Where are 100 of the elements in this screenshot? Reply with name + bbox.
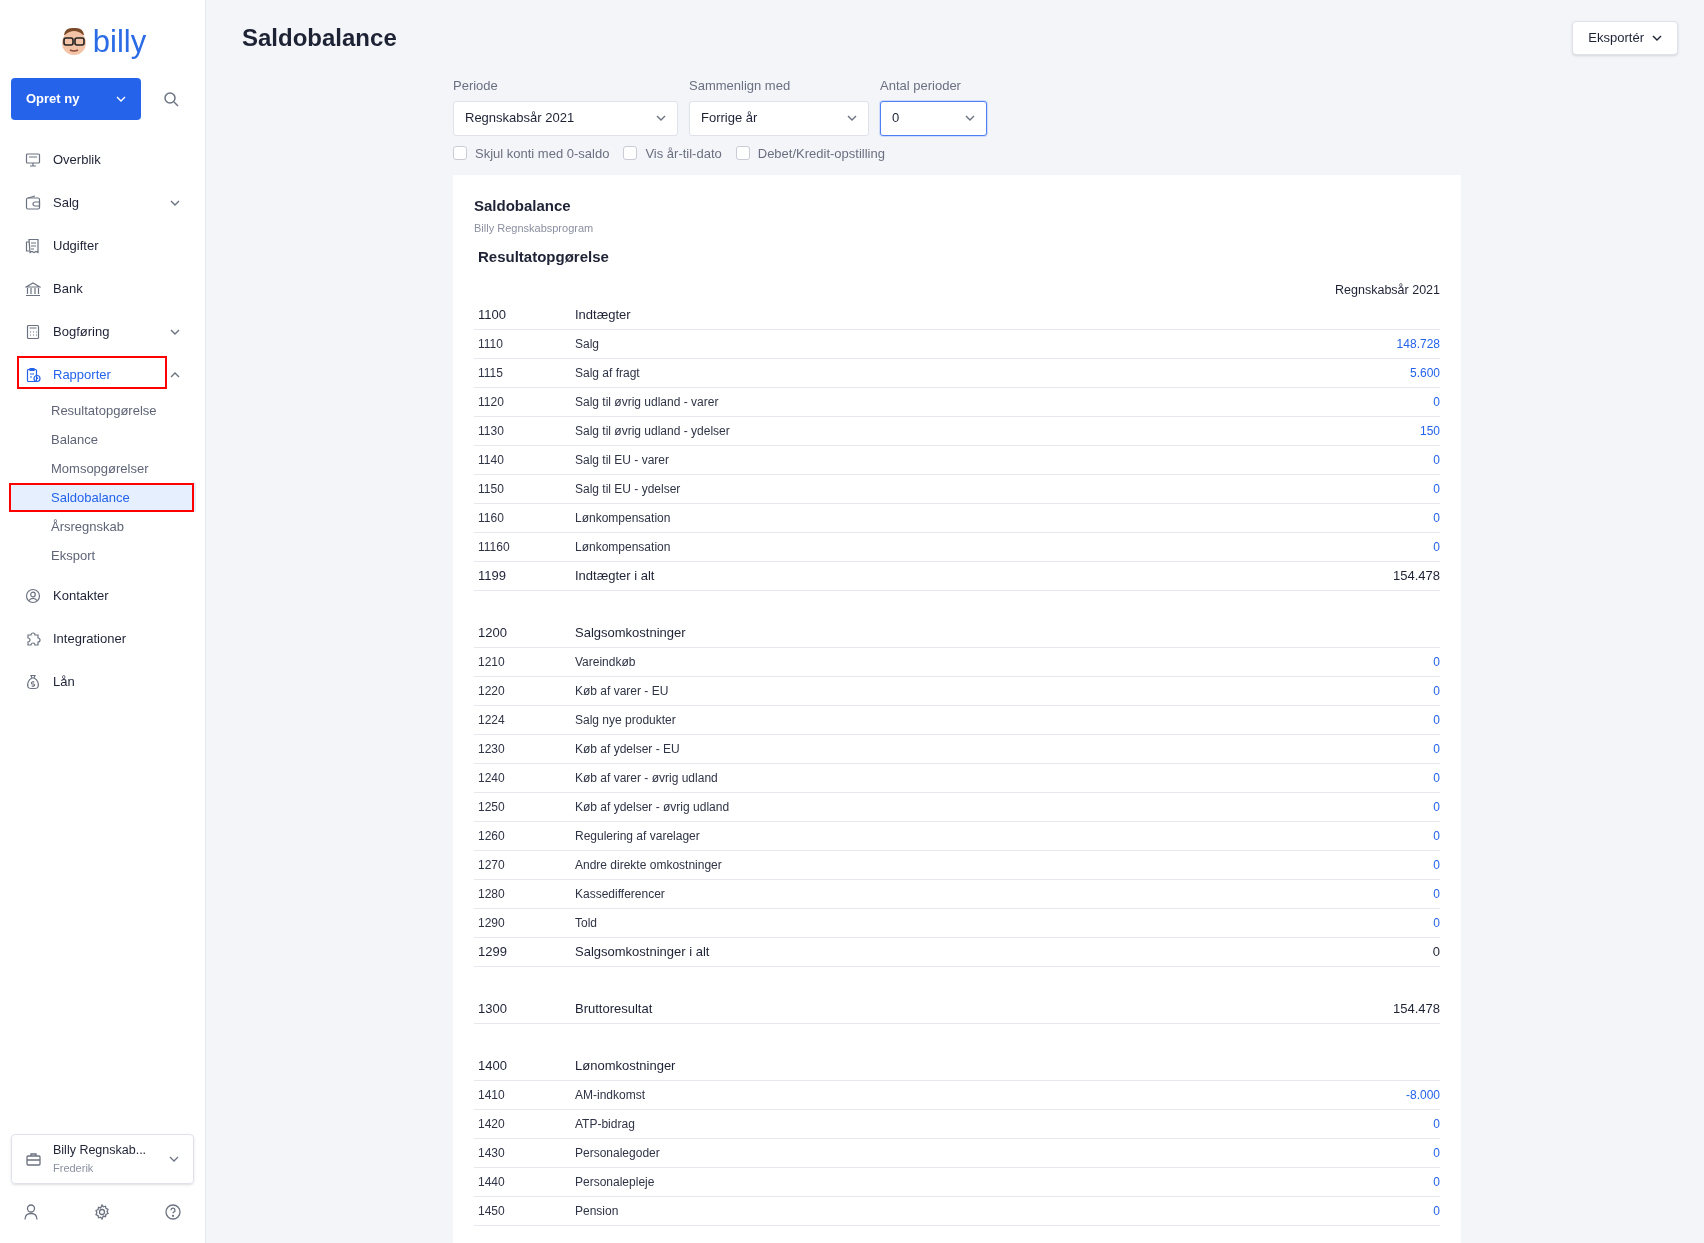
account-number: 1160 bbox=[478, 509, 505, 527]
balance-link[interactable]: 150 bbox=[1419, 421, 1440, 440]
account-number: 1410 bbox=[478, 1086, 506, 1104]
nav-item[interactable]: Integrationer bbox=[25, 628, 126, 649]
puzzle-icon bbox=[25, 630, 41, 647]
field-label: Periode bbox=[453, 77, 499, 95]
account-name: Regulering af varelager bbox=[575, 827, 701, 845]
briefcase-icon bbox=[26, 1152, 41, 1166]
select-field[interactable]: 0 bbox=[880, 100, 987, 136]
select-field[interactable]: Regnskabsår 2021 bbox=[453, 100, 678, 136]
subnav-item[interactable]: Resultatopgørelse bbox=[9, 396, 196, 425]
account-number: 1440 bbox=[478, 1173, 506, 1191]
account-name: Told bbox=[575, 914, 598, 932]
presentation-board-icon bbox=[25, 151, 41, 168]
balance-link[interactable]: 0 bbox=[1433, 1201, 1440, 1220]
bank-icon bbox=[25, 280, 41, 297]
balance-link[interactable]: 148.728 bbox=[1396, 334, 1440, 353]
account-number: 1220 bbox=[478, 682, 506, 700]
nav-item[interactable]: Kontakter bbox=[25, 585, 109, 606]
total-amount: 154.478 bbox=[1393, 999, 1440, 1018]
balance-link[interactable]: 0 bbox=[1433, 855, 1440, 874]
subnav-item[interactable]: Årsregnskab bbox=[9, 512, 196, 541]
account-name: Kassedifferencer bbox=[575, 885, 666, 903]
account-name: Bruttoresultat bbox=[575, 999, 654, 1018]
checkbox[interactable] bbox=[623, 146, 638, 161]
help-icon[interactable] bbox=[165, 1203, 181, 1220]
account-number: 11160 bbox=[478, 538, 511, 556]
account-number: 1200 bbox=[478, 623, 508, 642]
account-number: 1290 bbox=[478, 914, 506, 932]
nav-item[interactable]: Salg bbox=[25, 192, 80, 213]
clipboard-icon bbox=[25, 366, 41, 383]
subnav-item[interactable]: Eksport bbox=[9, 541, 196, 570]
account-name: Salgsomkostninger bbox=[575, 623, 687, 642]
account-number: 1450 bbox=[478, 1202, 506, 1220]
account-name: Salg til øvrig udland - ydelser bbox=[575, 422, 731, 440]
account-name: Salg af fragt bbox=[575, 364, 641, 382]
user-circle-icon bbox=[25, 587, 41, 604]
account-name: Salg til EU - ydelser bbox=[575, 480, 682, 498]
report-title: Saldobalance bbox=[474, 196, 572, 216]
nav-item[interactable]: Bank bbox=[25, 278, 83, 299]
nav-item[interactable]: Udgifter bbox=[25, 235, 99, 256]
balance-link[interactable]: 0 bbox=[1433, 652, 1440, 671]
column-header: Regnskabsår 2021 bbox=[1335, 281, 1440, 299]
user-icon[interactable] bbox=[24, 1203, 38, 1220]
balance-link[interactable]: 0 bbox=[1433, 479, 1440, 498]
balance-link[interactable]: 0 bbox=[1433, 768, 1440, 787]
settings-icon[interactable] bbox=[93, 1203, 110, 1220]
checkbox-label: Vis år-til-dato bbox=[645, 144, 722, 163]
balance-link[interactable]: 0 bbox=[1433, 392, 1440, 411]
balance-link[interactable]: 0 bbox=[1433, 681, 1440, 700]
account-name: Køb af ydelser - EU bbox=[575, 740, 681, 758]
subnav-item[interactable]: Momsopgørelser bbox=[9, 454, 196, 483]
checkbox-label: Debet/Kredit-opstilling bbox=[757, 144, 885, 163]
chevron-down-icon bbox=[169, 1156, 179, 1162]
create-new-button[interactable]: Opret ny bbox=[11, 78, 141, 120]
account-number: 1270 bbox=[478, 856, 506, 874]
balance-link[interactable]: 0 bbox=[1433, 1143, 1440, 1162]
account-number: 1400 bbox=[478, 1056, 508, 1075]
account-name: Andre direkte omkostninger bbox=[575, 856, 723, 874]
nav-item[interactable]: Bogføring bbox=[25, 321, 110, 342]
subnav-item[interactable]: Balance bbox=[9, 425, 196, 454]
export-button[interactable]: Eksportér bbox=[1572, 21, 1678, 55]
account-number: 1150 bbox=[478, 480, 505, 498]
balance-link[interactable]: 0 bbox=[1433, 797, 1440, 816]
balance-link[interactable]: 5.600 bbox=[1409, 363, 1440, 382]
account-number: 1230 bbox=[478, 740, 506, 758]
balance-link[interactable]: 0 bbox=[1433, 1114, 1440, 1133]
checkbox[interactable] bbox=[453, 146, 467, 161]
balance-link[interactable]: 0 bbox=[1433, 1172, 1440, 1191]
page-title: Saldobalance bbox=[242, 23, 397, 53]
nav-item[interactable]: Overblik bbox=[25, 149, 101, 170]
select-field[interactable]: Forrige år bbox=[689, 100, 869, 136]
chevron-down-icon bbox=[1652, 35, 1662, 41]
balance-link[interactable]: 0 bbox=[1433, 508, 1440, 527]
account-number: 1224 bbox=[478, 711, 506, 729]
account-number: 1280 bbox=[478, 885, 506, 903]
account-name: Pension bbox=[575, 1202, 620, 1220]
chevron-down-icon bbox=[965, 115, 975, 121]
account-number: 1250 bbox=[478, 798, 506, 816]
calculator-icon bbox=[25, 323, 41, 340]
checkbox[interactable] bbox=[735, 146, 750, 161]
balance-link[interactable]: 0 bbox=[1433, 450, 1440, 469]
account-name: Lønkompensation bbox=[575, 538, 672, 556]
balance-link[interactable]: 0 bbox=[1433, 913, 1440, 932]
nav-item[interactable]: Lån bbox=[25, 671, 75, 692]
balance-link[interactable]: 0 bbox=[1433, 710, 1440, 729]
receipt-icon bbox=[25, 237, 41, 254]
balance-link[interactable]: -8.000 bbox=[1405, 1085, 1440, 1104]
balance-link[interactable]: 0 bbox=[1433, 739, 1440, 758]
field-label: Antal perioder bbox=[880, 77, 962, 95]
balance-link[interactable]: 0 bbox=[1433, 537, 1440, 556]
search-icon[interactable] bbox=[163, 91, 179, 107]
account-number: 1100 bbox=[478, 305, 507, 324]
account-number: 1299 bbox=[478, 942, 508, 961]
balance-link[interactable]: 0 bbox=[1433, 884, 1440, 903]
nav-item[interactable]: Rapporter bbox=[25, 364, 111, 385]
account-number: 1199 bbox=[478, 566, 507, 585]
account-number: 1420 bbox=[478, 1115, 506, 1133]
balance-link[interactable]: 0 bbox=[1433, 826, 1440, 845]
organization-switcher[interactable]: Billy Regnskab... Frederik bbox=[11, 1134, 194, 1184]
